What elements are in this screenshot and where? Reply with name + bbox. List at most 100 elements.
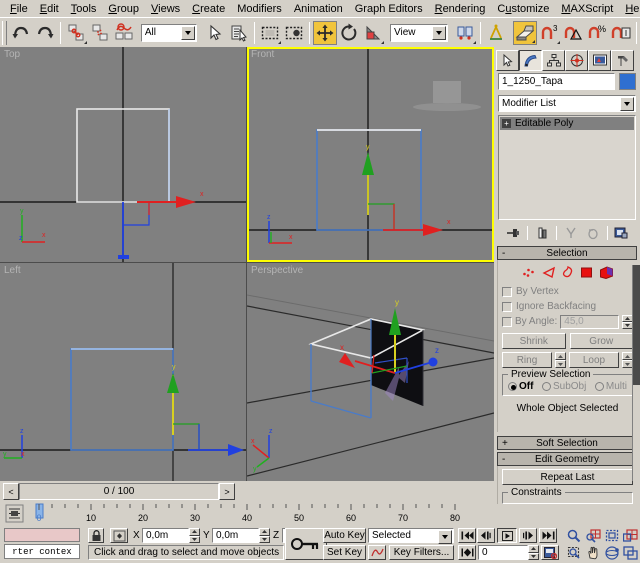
rollout-edit-geometry-header[interactable]: - Edit Geometry: [497, 452, 637, 466]
previous-frame-icon[interactable]: [477, 528, 495, 543]
time-next-button[interactable]: >: [219, 483, 235, 500]
ring-spinner-up-icon[interactable]: [555, 352, 566, 360]
absolute-relative-transform-icon[interactable]: [110, 528, 128, 543]
set-key-curve-icon[interactable]: [368, 545, 386, 560]
polygon-subobject-icon[interactable]: [580, 266, 593, 279]
tab-utilities[interactable]: [611, 50, 634, 71]
by-vertex-row[interactable]: By Vertex: [502, 284, 633, 299]
go-to-start-icon[interactable]: [458, 528, 476, 543]
object-name-field[interactable]: 1_1250_Tapa: [498, 73, 615, 90]
auto-key-button[interactable]: Auto Key: [323, 528, 366, 543]
track-bar-ruler[interactable]: 0 102030 405060 7080: [0, 502, 494, 526]
viewport-top[interactable]: Top x y: [0, 47, 246, 262]
vertex-subobject-icon[interactable]: [522, 266, 536, 279]
command-panel-scrollbar[interactable]: [632, 265, 640, 481]
make-unique-icon[interactable]: [561, 224, 581, 242]
tab-hierarchy[interactable]: [542, 50, 565, 71]
loop-button[interactable]: Loop: [569, 352, 619, 368]
ignore-backfacing-row[interactable]: Ignore Backfacing: [502, 299, 633, 314]
coord-x-spinner-up-icon[interactable]: [189, 528, 200, 536]
viewport-top-canvas[interactable]: x y x z: [0, 47, 246, 262]
menu-rendering[interactable]: Rendering: [429, 1, 492, 17]
coord-y-spinner-up-icon[interactable]: [259, 528, 270, 536]
stack-item-editable-poly[interactable]: + Editable Poly: [500, 117, 634, 130]
frame-spinner-down-icon[interactable]: [528, 553, 539, 561]
key-filters-button[interactable]: Key Filters...: [389, 545, 454, 560]
track-bar[interactable]: 0 102030 405060 7080: [0, 502, 494, 526]
menu-edit[interactable]: Edit: [34, 1, 65, 17]
window-crossing-icon[interactable]: [282, 21, 306, 45]
by-vertex-checkbox[interactable]: [502, 287, 512, 297]
select-and-uniform-scale-icon[interactable]: [361, 21, 385, 45]
coord-x-field[interactable]: 0,0m: [142, 528, 189, 543]
viewport-perspective-canvas[interactable]: y x z z x y: [247, 263, 494, 481]
selection-lock-icon[interactable]: [88, 528, 104, 543]
mini-listener-white[interactable]: rter contex: [4, 544, 80, 559]
menu-animation[interactable]: Animation: [288, 1, 349, 17]
zoom-all-icon[interactable]: [584, 528, 602, 543]
command-panel-scroll-thumb[interactable]: [633, 265, 640, 385]
snaps-toggle-icon[interactable]: [513, 21, 537, 45]
coord-x-spinner-down-icon[interactable]: [189, 536, 200, 544]
menu-help[interactable]: Help: [619, 1, 640, 17]
preview-option-subobj[interactable]: SubObj: [542, 381, 586, 392]
tab-modify[interactable]: [519, 50, 542, 71]
play-animation-icon[interactable]: [497, 528, 517, 543]
grow-button[interactable]: Grow: [570, 333, 634, 349]
radio-multi-icon[interactable]: [595, 382, 604, 391]
time-prev-button[interactable]: <: [3, 483, 19, 500]
menu-file[interactable]: File: [4, 1, 34, 17]
snaps-3d-toggle-icon[interactable]: 3: [537, 21, 561, 45]
field-of-view-icon[interactable]: [565, 545, 583, 560]
menu-modifiers[interactable]: Modifiers: [231, 1, 288, 17]
rectangular-selection-region-icon[interactable]: [258, 21, 282, 45]
preview-option-off[interactable]: Off: [508, 381, 533, 392]
select-and-rotate-icon[interactable]: [337, 21, 361, 45]
zoom-extents-all-icon[interactable]: [621, 528, 639, 543]
edge-subobject-icon[interactable]: [542, 266, 556, 279]
chevron-down-icon-keyset[interactable]: [438, 530, 452, 544]
select-and-link-icon[interactable]: [64, 21, 88, 45]
bind-to-space-warp-icon[interactable]: [112, 21, 136, 45]
expand-icon[interactable]: +: [502, 119, 511, 128]
viewport-left-canvas[interactable]: y z y x: [0, 263, 246, 481]
coord-y-field[interactable]: 0,0m: [212, 528, 259, 543]
selection-filter-combo[interactable]: All: [141, 24, 197, 42]
zoom-icon[interactable]: [565, 528, 583, 543]
select-and-move-icon[interactable]: [313, 21, 337, 45]
unlink-selection-icon[interactable]: [88, 21, 112, 45]
tab-display[interactable]: [588, 50, 611, 71]
menu-create[interactable]: Create: [186, 1, 231, 17]
select-by-name-icon[interactable]: [227, 21, 251, 45]
radio-off-icon[interactable]: [508, 382, 517, 391]
chevron-down-icon[interactable]: [181, 26, 195, 40]
rollout-soft-selection-toggle[interactable]: +: [502, 438, 508, 449]
radio-subobj-icon[interactable]: [542, 382, 551, 391]
key-mode-toggle-icon[interactable]: [285, 528, 327, 560]
maximize-viewport-toggle-icon[interactable]: [621, 545, 639, 560]
coord-y-spinner-down-icon[interactable]: [259, 536, 270, 544]
rollout-edit-geometry-toggle[interactable]: -: [502, 454, 505, 465]
object-color-swatch[interactable]: [619, 73, 636, 90]
current-frame-field[interactable]: 0: [478, 545, 528, 560]
select-object-icon[interactable]: [203, 21, 227, 45]
key-filter-set-combo[interactable]: Selected: [368, 528, 454, 543]
modifier-list-combo[interactable]: Modifier List: [498, 95, 636, 112]
remove-modifier-icon[interactable]: [583, 224, 603, 242]
mirror-icon[interactable]: [484, 21, 508, 45]
viewport-front[interactable]: Front y x: [247, 47, 494, 262]
repeat-last-button[interactable]: Repeat Last: [502, 469, 633, 485]
tab-create[interactable]: [496, 50, 519, 71]
reference-coordinate-combo[interactable]: View: [390, 24, 448, 42]
coord-y-spinner[interactable]: [259, 528, 270, 543]
menu-tools[interactable]: Tools: [65, 1, 103, 17]
menu-group[interactable]: Group: [102, 1, 145, 17]
coord-x-spinner[interactable]: [189, 528, 200, 543]
viewport-left[interactable]: Left y z y x: [0, 263, 246, 481]
by-angle-value[interactable]: 45,0: [560, 315, 619, 329]
time-configuration-icon[interactable]: [541, 545, 559, 560]
preview-option-multi[interactable]: Multi: [595, 381, 627, 392]
border-subobject-icon[interactable]: [562, 266, 574, 279]
key-mode-icon[interactable]: [458, 545, 476, 560]
zoom-extents-icon[interactable]: [603, 528, 621, 543]
